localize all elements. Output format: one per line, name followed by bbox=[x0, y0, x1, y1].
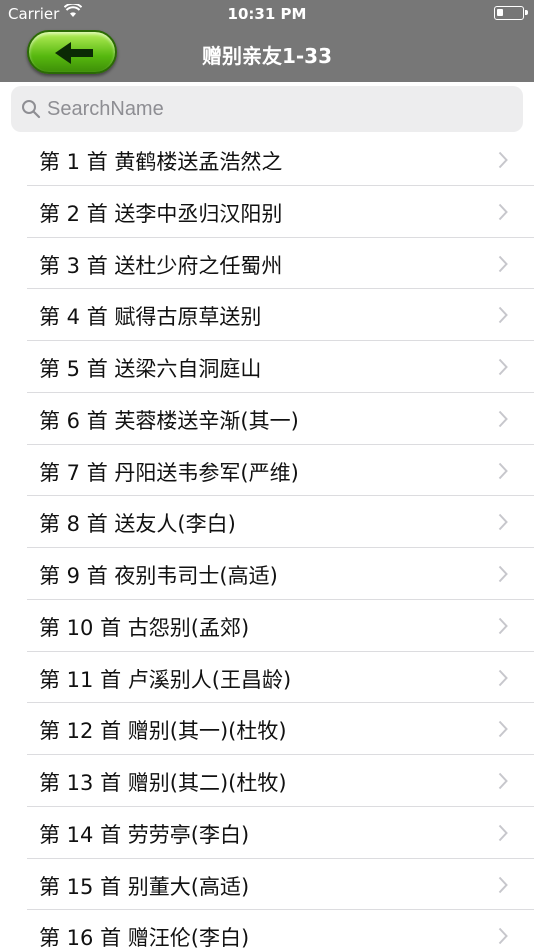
chevron-right-icon bbox=[498, 410, 508, 427]
chevron-right-icon bbox=[498, 928, 508, 945]
list-item[interactable]: 第 7 首 丹阳送韦参军(严维) bbox=[27, 445, 534, 497]
chevron-right-icon bbox=[498, 462, 508, 479]
list-item-label: 第 8 首 送友人(李白) bbox=[39, 512, 236, 537]
list-item-label: 第 13 首 赠别(其二)(杜牧) bbox=[39, 771, 287, 795]
chevron-right-icon bbox=[498, 669, 508, 686]
list-item[interactable]: 第 1 首 黄鹤楼送孟浩然之 bbox=[27, 134, 534, 186]
list-item-label: 第 3 首 送杜少府之任蜀州 bbox=[39, 253, 283, 278]
list-item[interactable]: 第 16 首 赠汪伦(李白) bbox=[27, 910, 534, 950]
chevron-right-icon bbox=[498, 255, 508, 272]
list-item-label: 第 11 首 卢溪别人(王昌龄) bbox=[39, 667, 292, 692]
list-item[interactable]: 第 11 首 卢溪别人(王昌龄) bbox=[27, 652, 534, 704]
search-bar bbox=[0, 82, 534, 134]
search-field[interactable] bbox=[11, 86, 523, 132]
list-item[interactable]: 第 3 首 送杜少府之任蜀州 bbox=[27, 238, 534, 290]
list-item[interactable]: 第 13 首 赠别(其二)(杜牧) bbox=[27, 755, 534, 807]
chevron-right-icon bbox=[498, 358, 508, 376]
search-icon bbox=[22, 100, 41, 119]
list-item[interactable]: 第 9 首 夜别韦司士(高适) bbox=[27, 548, 534, 600]
page-title: 赠别亲友1-33 bbox=[201, 44, 333, 68]
chevron-right-icon bbox=[498, 151, 508, 169]
poem-list: 第 1 首 黄鹤楼送孟浩然之第 2 首 送李中丞归汉阳别第 3 首 送杜少府之任… bbox=[0, 134, 534, 950]
status-bar: Carrier 10:31 PM bbox=[0, 0, 534, 28]
list-item[interactable]: 第 15 首 别董大(高适) bbox=[27, 859, 534, 911]
list-item[interactable]: 第 4 首 赋得古原草送别 bbox=[27, 289, 534, 341]
search-input[interactable] bbox=[47, 86, 507, 132]
list-item[interactable]: 第 14 首 劳劳亭(李白) bbox=[27, 807, 534, 859]
list-item-label: 第 6 首 芙蓉楼送辛渐(其一) bbox=[39, 408, 299, 433]
chevron-right-icon bbox=[498, 307, 508, 324]
list-item-label: 第 2 首 送李中丞归汉阳别 bbox=[39, 201, 283, 226]
battery-level bbox=[497, 9, 503, 16]
list-item[interactable]: 第 12 首 赠别(其一)(杜牧) bbox=[27, 703, 534, 755]
battery-icon bbox=[494, 6, 528, 20]
chevron-right-icon bbox=[498, 514, 508, 531]
list-item-label: 第 15 首 别董大(高适) bbox=[39, 874, 250, 899]
list-item-label: 第 7 首 丹阳送韦参军(严维) bbox=[39, 460, 299, 485]
list-item-label: 第 14 首 劳劳亭(李白) bbox=[39, 822, 250, 847]
clock: 10:31 PM bbox=[227, 5, 307, 23]
list-item[interactable]: 第 2 首 送李中丞归汉阳别 bbox=[27, 186, 534, 238]
list-item-label: 第 4 首 赋得古原草送别 bbox=[39, 305, 262, 330]
chevron-right-icon bbox=[498, 565, 508, 583]
list-item[interactable]: 第 6 首 芙蓉楼送辛渐(其一) bbox=[27, 393, 534, 445]
list-item[interactable]: 第 10 首 古怨别(孟郊) bbox=[27, 600, 534, 652]
chevron-right-icon bbox=[498, 876, 508, 893]
chevron-right-icon bbox=[498, 772, 508, 790]
chevron-right-icon bbox=[498, 721, 508, 738]
list-item-label: 第 9 首 夜别韦司士(高适) bbox=[39, 564, 278, 588]
list-item[interactable]: 第 5 首 送梁六自洞庭山 bbox=[27, 341, 534, 393]
list-item-label: 第 10 首 古怨别(孟郊) bbox=[39, 615, 250, 640]
chevron-right-icon bbox=[498, 824, 508, 841]
chevron-right-icon bbox=[498, 617, 508, 634]
list-item-label: 第 5 首 送梁六自洞庭山 bbox=[39, 357, 262, 381]
list-item-label: 第 1 首 黄鹤楼送孟浩然之 bbox=[39, 150, 283, 174]
chevron-right-icon bbox=[498, 203, 508, 220]
list-item-label: 第 12 首 赠别(其一)(杜牧) bbox=[39, 719, 287, 744]
list-item-label: 第 16 首 赠汪伦(李白) bbox=[39, 926, 250, 950]
navigation-bar: Carrier 10:31 PM 赠别亲友1-33 bbox=[0, 0, 534, 82]
list-item[interactable]: 第 8 首 送友人(李白) bbox=[27, 496, 534, 548]
